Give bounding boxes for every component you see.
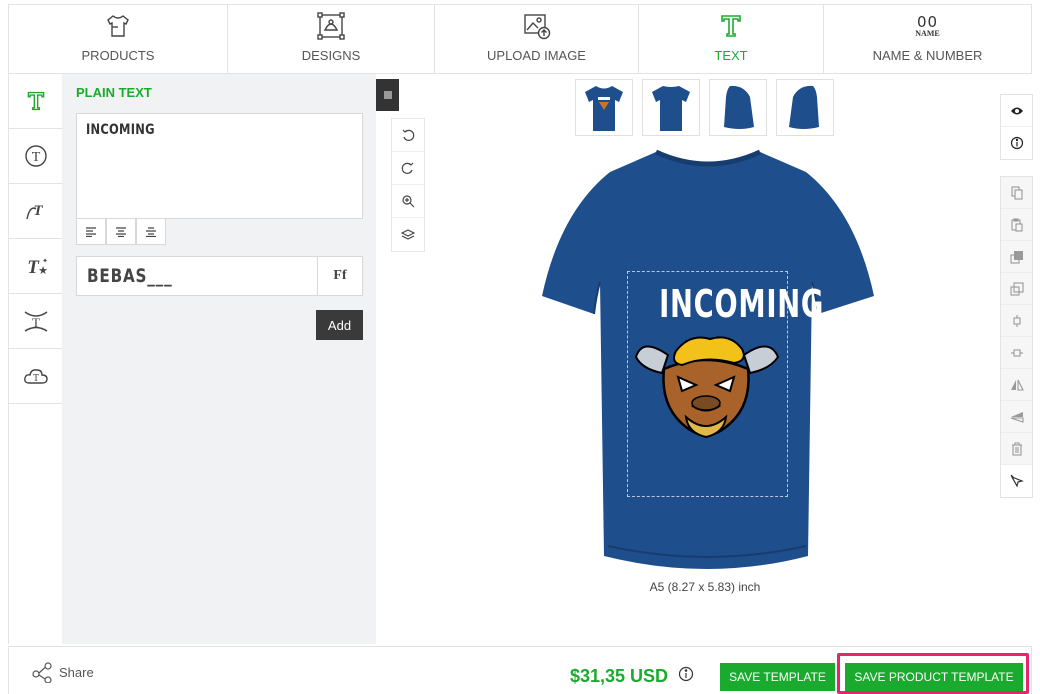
flip-vertical-icon[interactable] — [1001, 401, 1032, 433]
tab-upload-image[interactable]: UPLOAD IMAGE — [435, 5, 639, 73]
share-button[interactable]: Share — [31, 661, 94, 683]
upload-image-icon — [522, 10, 552, 42]
tab-name-number[interactable]: 00 NAME NAME & NUMBER — [824, 5, 1031, 73]
top-tab-bar: PRODUCTS DESIGNS UPLOAD IMAGE TEXT 00 NAM… — [8, 4, 1032, 74]
center-horizontal-icon[interactable] — [1001, 305, 1032, 337]
text-type-sidebar: T T T ★ ✦ T T — [8, 74, 63, 644]
thumbnail-back[interactable] — [642, 79, 700, 136]
tab-text[interactable]: TEXT — [639, 5, 824, 73]
flip-horizontal-icon[interactable] — [1001, 369, 1032, 401]
bull-logo[interactable] — [630, 333, 782, 441]
layers-icon[interactable] — [392, 218, 424, 251]
center-vertical-icon[interactable] — [1001, 337, 1032, 369]
undo-icon[interactable] — [392, 119, 424, 152]
canvas-tools — [391, 118, 425, 252]
save-product-template-button[interactable]: SAVE PRODUCT TEMPLATE — [845, 663, 1023, 691]
font-selector[interactable]: BEBAS___ Ff — [76, 256, 363, 296]
svg-text:T: T — [33, 203, 43, 219]
save-template-button[interactable]: SAVE TEMPLATE — [720, 663, 835, 691]
panel-title: PLAIN TEXT — [76, 85, 152, 100]
bring-forward-icon[interactable] — [1001, 241, 1032, 273]
font-name[interactable]: BEBAS___ — [77, 257, 317, 295]
redo-icon[interactable] — [392, 152, 424, 185]
footer-bar: Share $31,35 USD SAVE TEMPLATE SAVE PROD… — [8, 646, 1032, 694]
zoom-icon[interactable] — [392, 185, 424, 218]
svg-text:T: T — [31, 150, 40, 165]
text-editor-panel: PLAIN TEXT INCOMING BEBAS___ Ff Add — [62, 74, 376, 644]
align-right-button[interactable] — [136, 219, 166, 245]
svg-text:T: T — [32, 315, 40, 330]
font-options-button[interactable]: Ff — [317, 257, 362, 295]
svg-text:★: ★ — [38, 265, 48, 277]
text-input[interactable]: INCOMING — [76, 113, 363, 219]
add-text-button[interactable]: Add — [316, 310, 363, 340]
eye-icon[interactable] — [1001, 95, 1032, 127]
curved-text-icon[interactable]: T — [9, 184, 63, 239]
price-label: $31,35 USD — [570, 666, 669, 686]
send-backward-icon[interactable] — [1001, 273, 1032, 305]
thumbnail-right-sleeve[interactable] — [776, 79, 834, 136]
info-icon[interactable] — [1001, 127, 1032, 159]
alignment-controls — [76, 219, 166, 245]
trash-icon[interactable] — [1001, 433, 1032, 465]
view-toolbar — [1000, 94, 1033, 160]
plain-text-icon[interactable] — [9, 74, 63, 129]
cloud-text-icon[interactable]: T — [9, 349, 63, 404]
print-size-label: A5 (8.27 x 5.83) inch — [649, 580, 761, 594]
reset-icon[interactable] — [1001, 465, 1032, 497]
effect-text-icon[interactable]: T ★ ✦ — [9, 239, 63, 294]
arc-text-icon[interactable]: T — [9, 294, 63, 349]
tab-products[interactable]: PRODUCTS — [9, 5, 228, 73]
thumbnail-left-sleeve[interactable] — [709, 79, 767, 136]
circle-text-icon[interactable]: T — [9, 129, 63, 184]
designs-icon — [316, 10, 346, 42]
share-icon — [32, 662, 52, 683]
object-toolbar — [1000, 176, 1033, 498]
copy-icon[interactable] — [1001, 177, 1032, 209]
svg-text:T: T — [32, 373, 38, 384]
paste-icon[interactable] — [1001, 209, 1032, 241]
view-thumbnails — [575, 79, 834, 136]
price-info-icon[interactable] — [678, 666, 694, 687]
collapse-panel-button[interactable] — [376, 79, 399, 111]
align-left-button[interactable] — [76, 219, 106, 245]
thumbnail-front[interactable] — [575, 79, 633, 136]
svg-text:✦: ✦ — [42, 257, 48, 265]
tab-designs[interactable]: DESIGNS — [228, 5, 435, 73]
name-number-icon: 00 NAME — [915, 12, 940, 38]
tshirt-icon — [104, 10, 132, 42]
design-text[interactable]: INCOMING — [627, 282, 823, 326]
text-icon — [719, 10, 743, 42]
align-center-button[interactable] — [106, 219, 136, 245]
